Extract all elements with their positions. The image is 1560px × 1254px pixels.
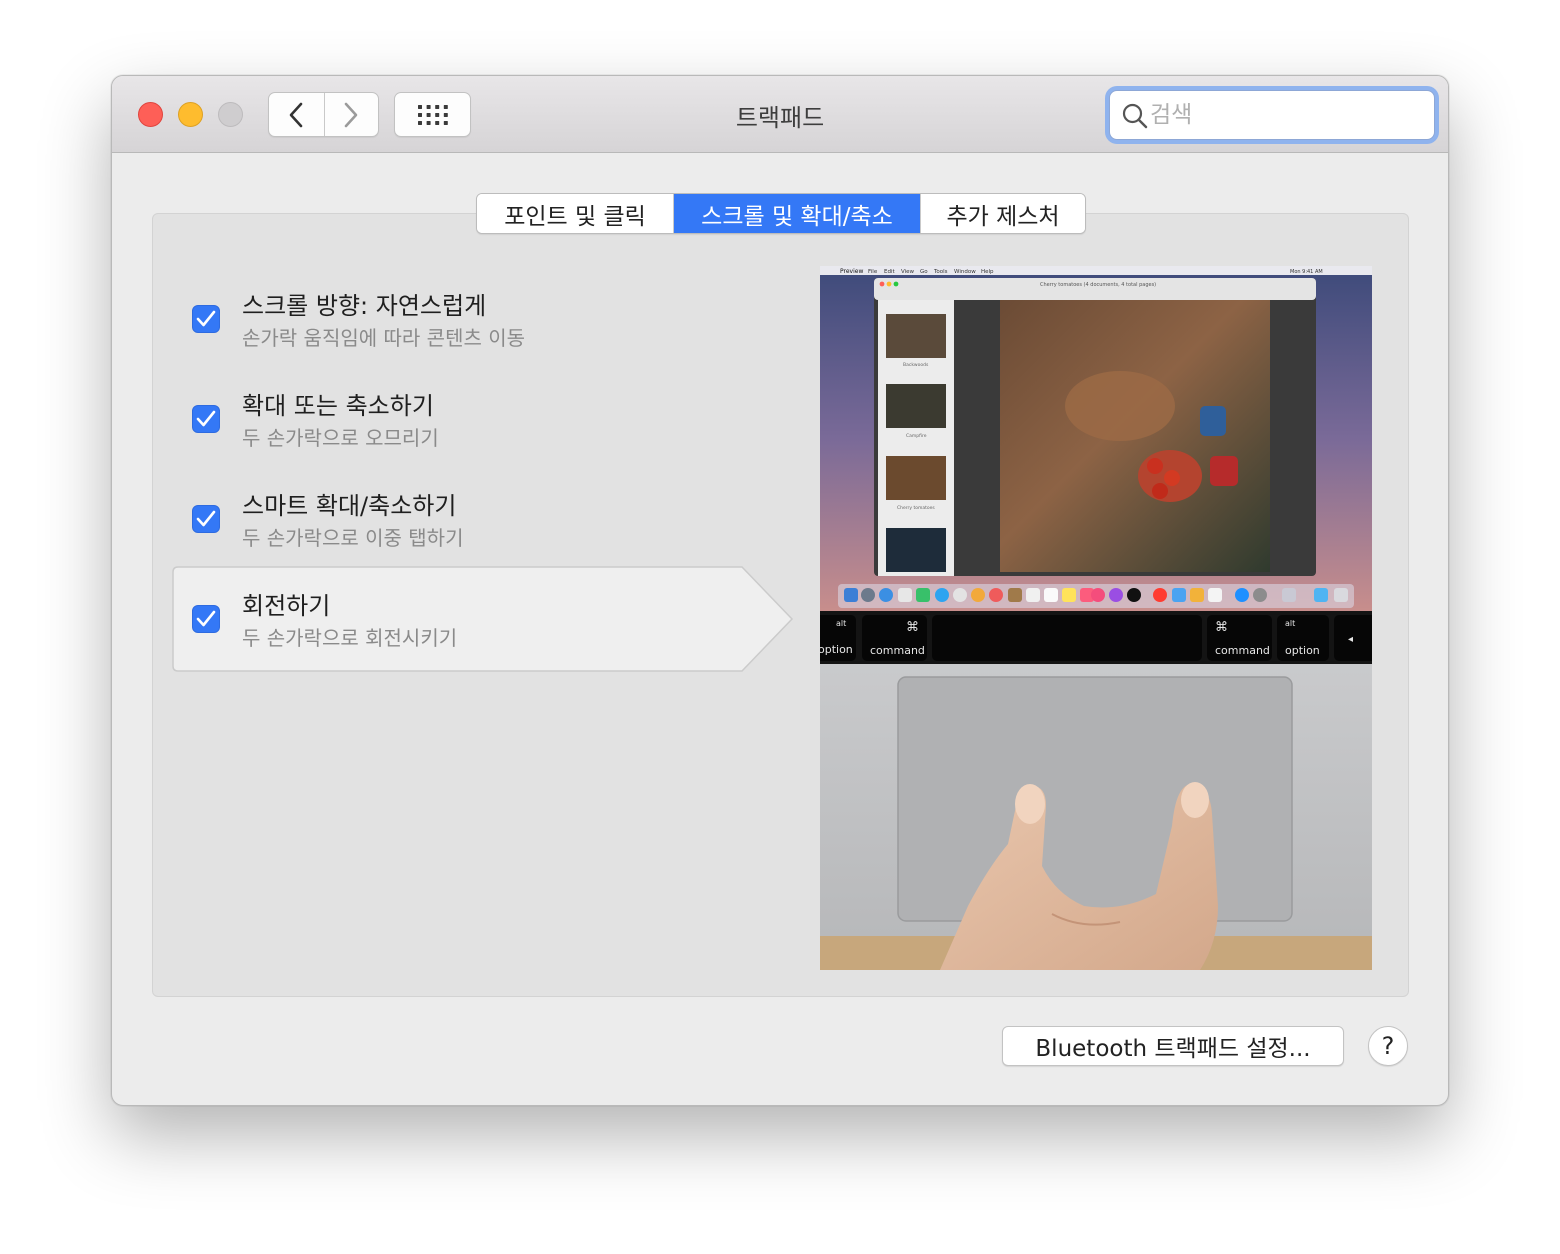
- key-command-symbol: ⌘: [906, 620, 919, 635]
- menubar-menu: Help: [981, 269, 994, 275]
- search-field[interactable]: [1109, 90, 1435, 140]
- tab-bar: 포인트 및 클릭 스크롤 및 확대/축소 추가 제스처: [476, 193, 1086, 234]
- trackpad-surface: [897, 676, 1293, 922]
- menubar-app: Preview: [840, 268, 863, 275]
- thumbnail-label: Backwoods: [903, 362, 929, 368]
- key-command-label: command: [870, 644, 925, 657]
- option-zoom-in-out[interactable]: 확대 또는 축소하기 두 손가락으로 오므리기: [152, 366, 752, 466]
- zoom-in-out-checkbox[interactable]: [192, 405, 220, 433]
- option-subtitle: 두 손가락으로 회전시키기: [242, 626, 458, 650]
- tab-more-gestures[interactable]: 추가 제스처: [920, 194, 1085, 233]
- search-icon: [1122, 103, 1148, 129]
- key-option-label: option: [820, 643, 853, 656]
- tab-scroll-and-zoom[interactable]: 스크롤 및 확대/축소: [673, 194, 920, 233]
- menubar-menu: File: [868, 269, 878, 275]
- help-button[interactable]: ?: [1368, 1026, 1408, 1066]
- option-subtitle: 두 손가락으로 이중 탭하기: [242, 526, 464, 550]
- title-bar: 트랙패드: [112, 76, 1448, 153]
- search-input[interactable]: [1150, 97, 1426, 133]
- bluetooth-trackpad-setup-button[interactable]: Bluetooth 트랙패드 설정...: [1002, 1026, 1344, 1066]
- checkmark-icon: [196, 410, 216, 427]
- key-option-label: option: [1285, 644, 1320, 657]
- menubar-menu: Window: [954, 269, 976, 275]
- menubar-menu: Edit: [884, 269, 895, 275]
- option-rotate[interactable]: 회전하기 두 손가락으로 회전시키기: [152, 566, 752, 666]
- preferences-window: 트랙패드 포인트 및 클릭 스크롤 및 확대/축소 추가 제스처 스크롤 방향:…: [111, 75, 1449, 1106]
- menubar-clock: Mon 9:41 AM: [1290, 269, 1323, 275]
- tab-point-and-click[interactable]: 포인트 및 클릭: [477, 194, 673, 233]
- preview-doc-title: Cherry tomatoes (4 documents, 4 total pa…: [1040, 282, 1156, 288]
- checkmark-icon: [196, 510, 216, 527]
- menubar-menu: Tools: [933, 269, 948, 275]
- option-scroll-direction[interactable]: 스크롤 방향: 자연스럽게 손가락 움직임에 따라 콘텐츠 이동: [152, 266, 752, 366]
- key-command-symbol: ⌘: [1215, 620, 1228, 635]
- checkmark-icon: [196, 610, 216, 627]
- smart-zoom-checkbox[interactable]: [192, 505, 220, 533]
- option-title: 회전하기: [242, 592, 331, 620]
- gesture-preview-image: Preview File Edit View Go Tools Window H…: [820, 266, 1372, 970]
- option-title: 스마트 확대/축소하기: [242, 492, 457, 520]
- option-title: 확대 또는 축소하기: [242, 392, 434, 420]
- menubar-menu: View: [901, 269, 915, 275]
- menubar-menu: Go: [920, 269, 928, 275]
- checkmark-icon: [196, 310, 216, 327]
- option-smart-zoom[interactable]: 스마트 확대/축소하기 두 손가락으로 이중 탭하기: [152, 466, 752, 566]
- scroll-direction-checkbox[interactable]: [192, 305, 220, 333]
- key-alt-label: alt: [1285, 619, 1295, 628]
- key-space: [932, 615, 1202, 661]
- option-subtitle: 두 손가락으로 오므리기: [242, 426, 439, 450]
- key-command-label: command: [1215, 644, 1270, 657]
- thumbnail-label: Campfire: [906, 433, 927, 439]
- key-alt-label: alt: [836, 619, 846, 628]
- option-subtitle: 손가락 움직임에 따라 콘텐츠 이동: [242, 326, 526, 350]
- option-title: 스크롤 방향: 자연스럽게: [242, 292, 487, 320]
- thumbnail-label: Cherry tomatoes: [897, 505, 935, 511]
- key-arrow-label: ◂: [1348, 634, 1353, 645]
- rotate-checkbox[interactable]: [192, 605, 220, 633]
